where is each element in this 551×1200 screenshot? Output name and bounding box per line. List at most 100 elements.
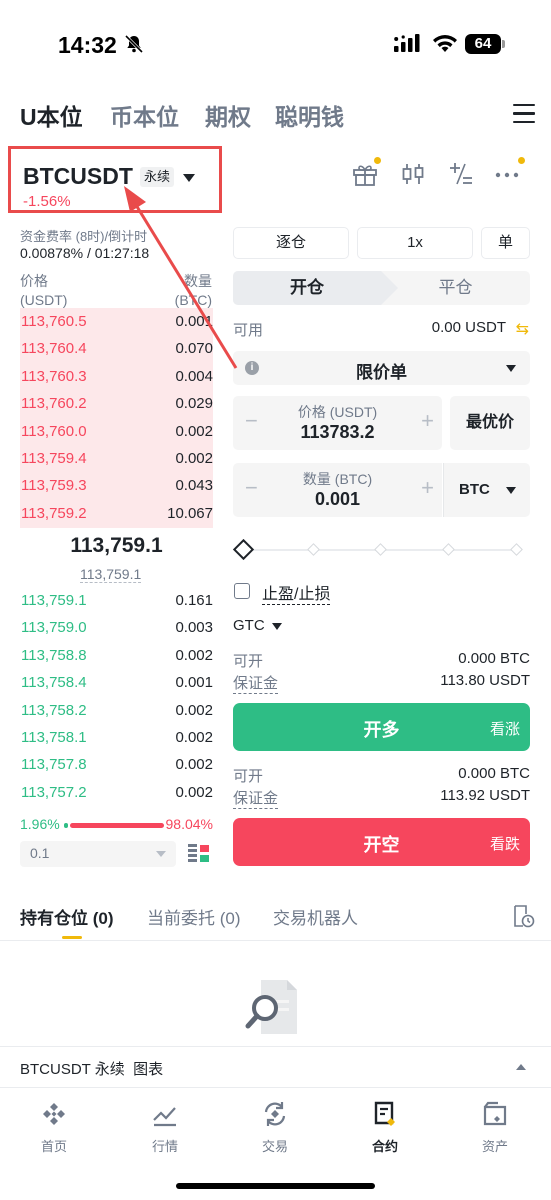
more-options-icon[interactable] xyxy=(493,160,521,188)
tab-close-position[interactable]: 平仓 xyxy=(381,271,530,305)
calculator-icon[interactable] xyxy=(447,160,475,188)
futures-document-icon xyxy=(374,1101,395,1126)
qty-increment-button[interactable]: + xyxy=(421,475,434,501)
slider-thumb[interactable] xyxy=(232,538,255,561)
slider-node-50[interactable] xyxy=(374,543,387,556)
nav-trade-label: 交易 xyxy=(261,1139,288,1154)
tpsl-checkbox[interactable] xyxy=(234,583,250,599)
chevron-down-icon xyxy=(272,623,282,630)
qty-input-label: 数量 (BTC) xyxy=(302,471,373,487)
position-mode-button[interactable]: 单 xyxy=(481,227,530,259)
quantity-input[interactable]: − 数量 (BTC) 0.001 + xyxy=(233,463,442,517)
status-bar: 14:32 64 xyxy=(0,0,551,90)
chart-drawer-toggle[interactable]: BTCUSDT 永续 图表 xyxy=(0,1046,551,1086)
order-history-icon[interactable] xyxy=(511,904,535,928)
symbol-selector[interactable]: BTCUSDT 永续 -1.56% xyxy=(8,146,222,213)
long-margin-label[interactable]: 保证金 xyxy=(233,672,279,694)
open-long-button[interactable]: 开多 看涨 xyxy=(233,703,530,751)
bid-row[interactable]: 113,757.8 0.002 xyxy=(20,751,213,778)
bell-muted-icon xyxy=(124,34,144,54)
symbol-name: BTCUSDT xyxy=(23,163,133,189)
tab-usdt-margined[interactable]: U本位 xyxy=(20,98,83,132)
tab-open-orders[interactable]: 当前委托 (0) xyxy=(147,904,241,929)
battery-cap xyxy=(502,40,505,48)
ask-row[interactable]: 113,759.3 0.043 xyxy=(20,472,213,499)
ask-row[interactable]: 113,760.2 0.029 xyxy=(20,390,213,417)
ask-price: 113,760.2 xyxy=(21,395,87,413)
open-short-button[interactable]: 开空 看跌 xyxy=(233,818,530,866)
long-can-open-label: 可开 xyxy=(233,653,264,670)
mark-price[interactable]: 113,759.1 xyxy=(80,566,142,583)
slider-node-100[interactable] xyxy=(510,543,523,556)
bid-row[interactable]: 113,759.1 0.161 xyxy=(20,587,213,614)
ask-quantity: 0.004 xyxy=(175,367,213,385)
bearish-label: 看跌 xyxy=(489,836,520,853)
ask-quantity: 0.002 xyxy=(175,449,213,467)
bid-row[interactable]: 113,758.1 0.002 xyxy=(20,724,213,751)
time-in-force-select[interactable]: GTC xyxy=(233,617,265,634)
long-can-open-value: 0.000 BTC xyxy=(458,650,530,667)
tab-trading-bots[interactable]: 交易机器人 xyxy=(273,904,358,929)
last-price: 113,759.1 xyxy=(70,534,163,557)
price-input[interactable]: − 价格 (USDT) 113783.2 + xyxy=(233,396,442,450)
best-price-button[interactable]: 最优价 xyxy=(450,396,530,450)
order-type-label: 限价单 xyxy=(356,363,407,382)
bid-price: 113,758.4 xyxy=(21,674,87,692)
ask-row[interactable]: 113,759.2 10.067 xyxy=(20,500,213,527)
tab-options[interactable]: 期权 xyxy=(205,98,251,132)
candlestick-chart-icon[interactable] xyxy=(399,160,427,188)
short-margin-label[interactable]: 保证金 xyxy=(233,787,279,809)
chevron-down-icon xyxy=(506,487,516,494)
nav-assets-label: 资产 xyxy=(481,1139,508,1154)
nav-futures[interactable]: 合约 xyxy=(345,1100,425,1155)
hamburger-menu-icon[interactable] xyxy=(513,104,535,124)
ask-row[interactable]: 113,759.4 0.002 xyxy=(20,445,213,472)
tab-smart-money[interactable]: 聪明钱 xyxy=(275,98,344,132)
funding-rate-value: 0.00878% / 01:27:18 xyxy=(20,245,150,261)
bid-row[interactable]: 113,759.0 0.003 xyxy=(20,614,213,641)
wallet-icon xyxy=(483,1101,507,1126)
ask-price: 113,759.2 xyxy=(21,504,87,522)
ask-row[interactable]: 113,760.0 0.002 xyxy=(20,418,213,445)
nav-assets[interactable]: 资产 xyxy=(455,1100,535,1155)
amount-slider[interactable] xyxy=(232,538,523,561)
bid-list: 113,759.1 0.161 113,759.0 0.003 113,758.8 0.0… xyxy=(20,587,213,806)
bid-row[interactable]: 113,758.4 0.001 xyxy=(20,669,213,696)
ask-row[interactable]: 113,760.3 0.004 xyxy=(20,363,213,390)
tab-coin-margined[interactable]: 币本位 xyxy=(110,98,179,132)
gift-icon[interactable] xyxy=(351,160,379,188)
nav-trade[interactable]: 交易 xyxy=(235,1100,315,1155)
ask-row[interactable]: 113,760.5 0.001 xyxy=(20,308,213,335)
price-input-value[interactable]: 113783.2 xyxy=(233,422,442,443)
ask-quantity: 0.043 xyxy=(175,477,213,495)
qty-input-value[interactable]: 0.001 xyxy=(233,489,442,510)
leverage-button[interactable]: 1x xyxy=(357,227,473,259)
ask-quantity: 0.070 xyxy=(175,340,213,358)
home-indicator xyxy=(176,1183,375,1189)
tab-open-position[interactable]: 开仓 xyxy=(233,271,398,305)
price-header-label: 价格 xyxy=(20,273,48,289)
tab-positions[interactable]: 持有仓位 (0) xyxy=(20,904,114,929)
qty-unit-select[interactable]: BTC xyxy=(443,463,530,517)
bid-row[interactable]: 113,757.2 0.002 xyxy=(20,779,213,806)
funding-rate-label[interactable]: 资金费率 (8时)/倒计时 xyxy=(20,226,180,245)
order-type-select[interactable]: i 限价单 xyxy=(233,351,530,385)
trade-exchange-icon xyxy=(264,1102,286,1126)
price-increment-button[interactable]: + xyxy=(421,408,434,434)
nav-home[interactable]: 首页 xyxy=(14,1100,94,1155)
ask-row[interactable]: 113,760.4 0.070 xyxy=(20,335,213,362)
bid-row[interactable]: 113,758.8 0.002 xyxy=(20,642,213,669)
chevron-down-icon xyxy=(156,851,166,857)
tpsl-label[interactable]: 止盈/止损 xyxy=(262,580,331,605)
bid-price: 113,758.2 xyxy=(21,701,87,719)
bid-row[interactable]: 113,758.2 0.002 xyxy=(20,697,213,724)
nav-markets[interactable]: 行情 xyxy=(125,1100,205,1155)
slider-node-25[interactable] xyxy=(307,543,320,556)
depth-precision-select[interactable]: 0.1 xyxy=(20,841,176,867)
slider-node-75[interactable] xyxy=(442,543,455,556)
transfer-icon[interactable]: ⇆ xyxy=(516,319,529,339)
margin-mode-button[interactable]: 逐仓 xyxy=(233,227,349,259)
orderbook-layout-icon[interactable] xyxy=(188,843,210,865)
ask-price: 113,760.4 xyxy=(21,340,87,358)
nav-futures-label: 合约 xyxy=(371,1139,398,1154)
